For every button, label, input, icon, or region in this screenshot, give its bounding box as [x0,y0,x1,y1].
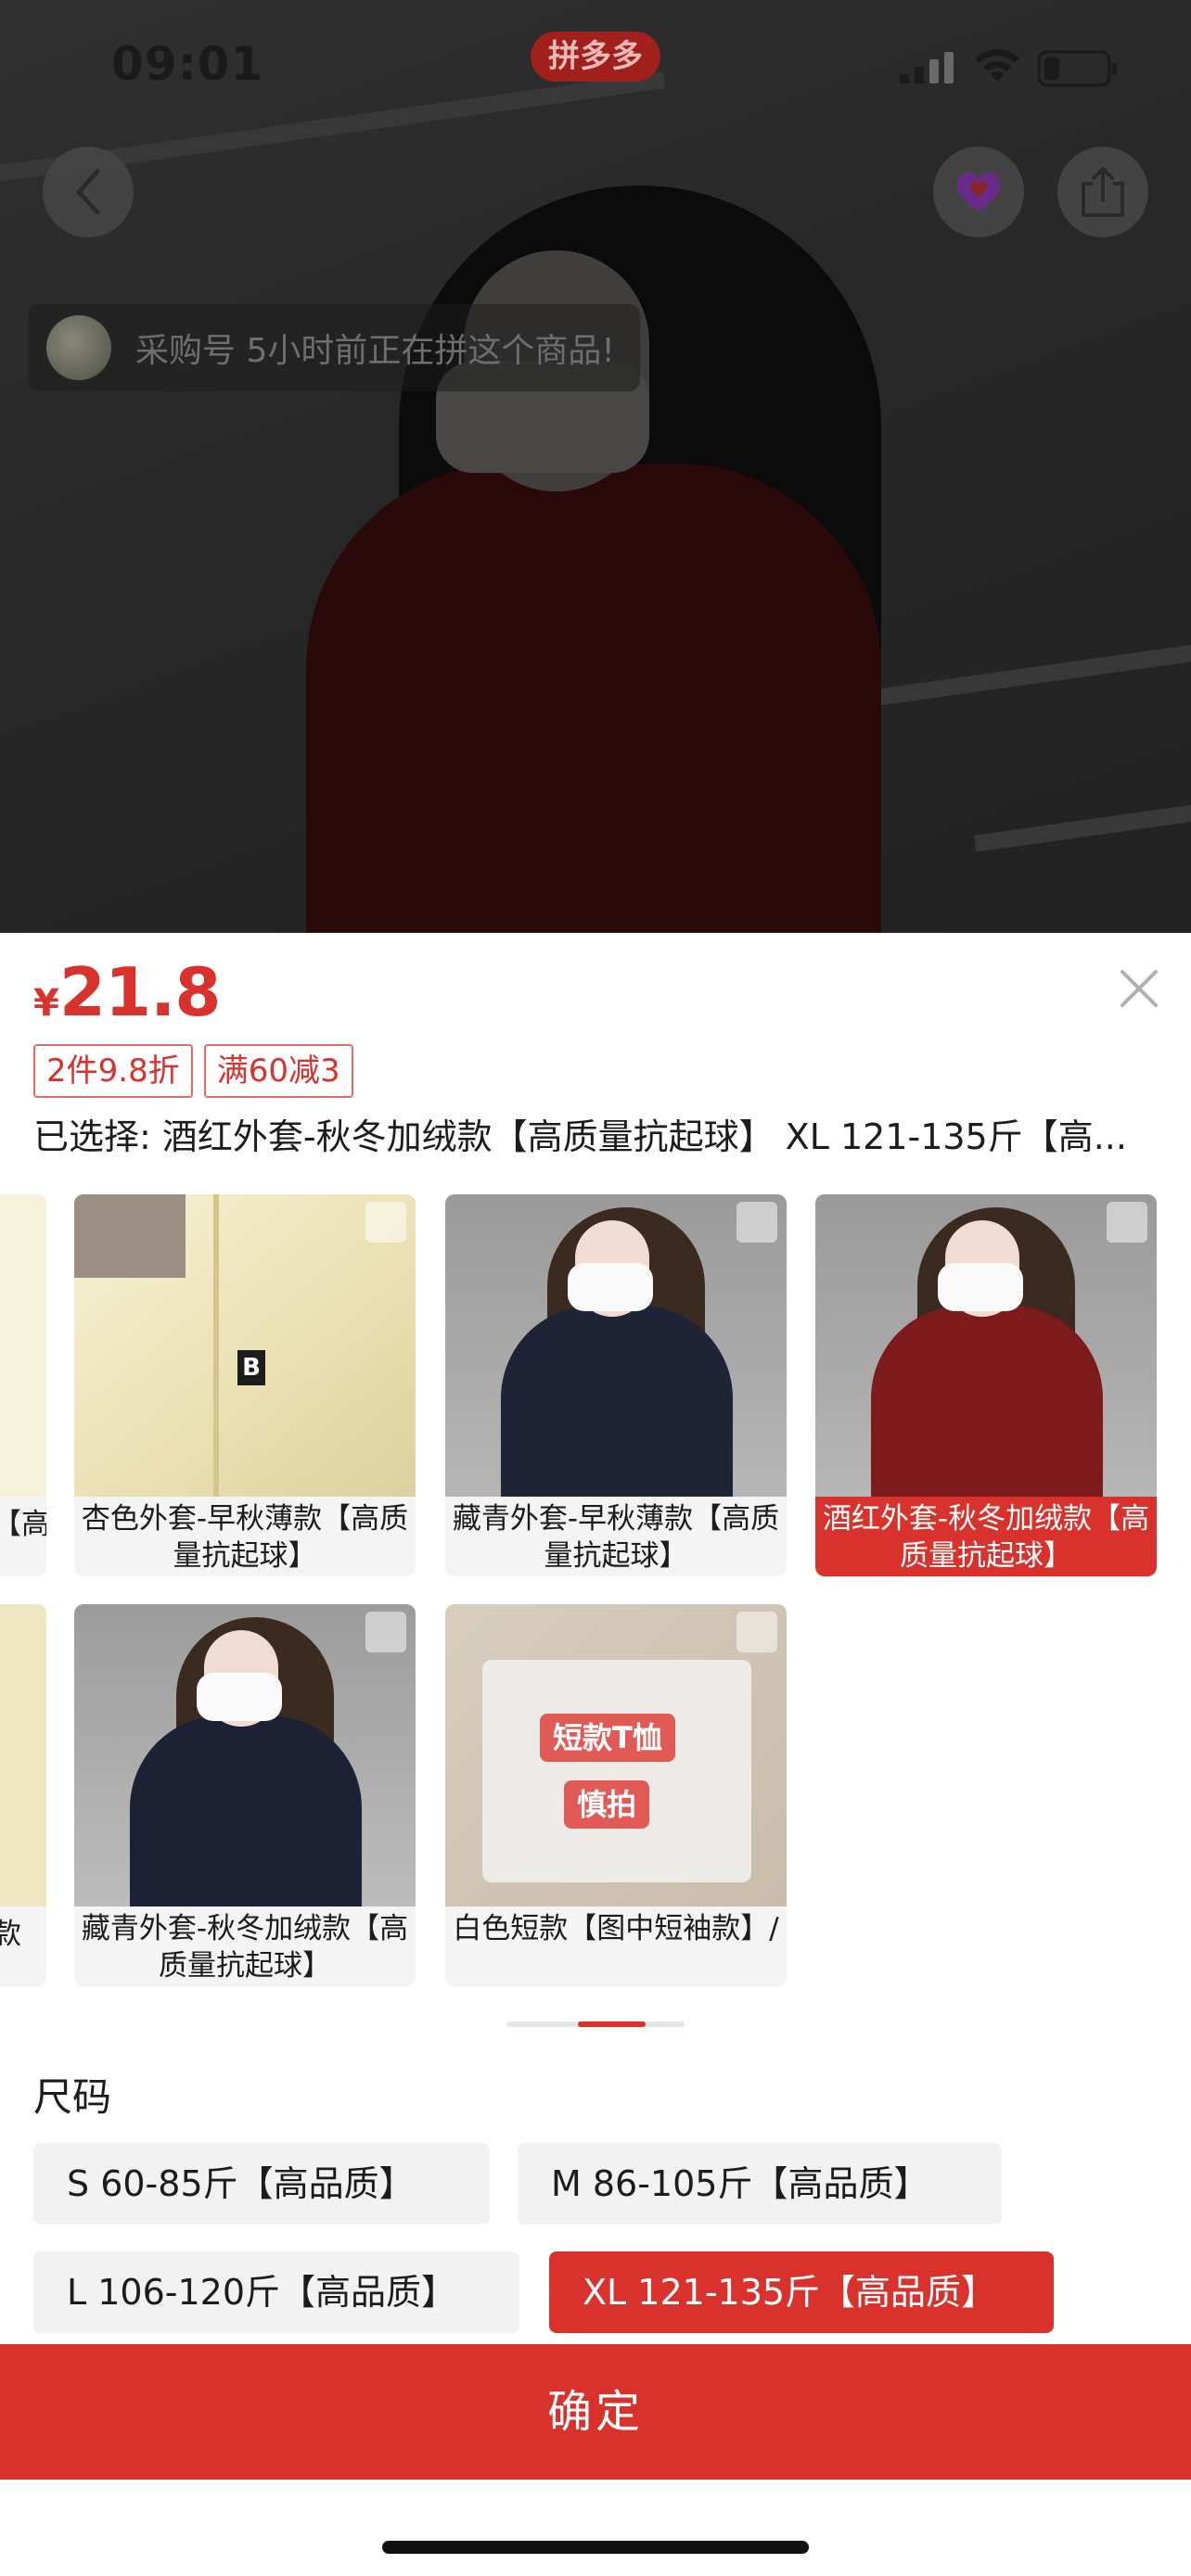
size-option-s[interactable]: S 60-85斤【高品质】 [33,2143,490,2225]
back-button[interactable] [43,147,134,237]
scroll-indicator [506,2021,685,2027]
size-option-l[interactable]: L 106-120斤【高品质】 [33,2251,519,2333]
promo-tags: 2件9.8折 满60减3 [33,1044,353,1098]
app-badge: 拼多多 [531,32,660,82]
product-hero-image: 09:01 拼多多 采购号 5小时前正在拼这个商品! [0,0,1191,933]
avatar [46,315,111,380]
confirm-button[interactable]: 确定 [0,2344,1191,2480]
price-currency: ¥ [33,982,59,1025]
promo-tag: 满60减3 [203,1044,353,1098]
expand-icon[interactable] [365,1612,406,1652]
variant-badge: 慎拍 [564,1780,650,1829]
variant-label: 白色短款【图中短袖款】/ [453,1912,779,1945]
battery-icon [1037,50,1117,87]
heart-icon [956,172,1001,211]
expand-icon[interactable] [736,1612,777,1652]
variant-label: 酒红外套-秋冬加绒款【高质量抗起球】 [822,1502,1150,1573]
home-indicator [382,2541,809,2554]
expand-icon[interactable] [1107,1202,1147,1243]
wifi-icon [975,49,1019,82]
variant-label: 【高 [0,1508,46,1541]
close-icon[interactable] [1113,963,1165,1014]
scroll-indicator-thumb [578,2021,646,2027]
variant-card-wine-fleece[interactable]: 酒红外套-秋冬加绒款【高质量抗起球】 [815,1194,1157,1576]
chevron-left-icon [76,169,100,215]
status-time: 09:01 [111,37,264,91]
variant-label: 藏青外套-秋冬加绒款【高质量抗起球】 [81,1912,409,1983]
group-buy-toast: 采购号 5小时前正在拼这个商品! [28,304,640,391]
price: ¥21.8 [33,953,221,1031]
variant-card-apricot-thin[interactable]: B 杏色外套-早秋薄款【高质量抗起球】 [74,1194,416,1576]
toast-text: 采购号 5小时前正在拼这个商品! [135,332,615,370]
share-button[interactable] [1057,147,1148,237]
modal-overlay[interactable] [0,0,1191,933]
variant-card-navy-thin[interactable]: 藏青外套-早秋薄款【高质量抗起球】 [445,1194,787,1576]
expand-icon[interactable] [365,1202,406,1243]
size-option-xl[interactable]: XL 121-135斤【高品质】 [549,2251,1054,2333]
status-bar: 09:01 拼多多 [0,0,1191,130]
price-amount: 21.8 [58,953,222,1031]
promo-tag: 2件9.8折 [33,1044,193,1098]
variant-label: 杏色外套-早秋薄款【高质量抗起球】 [81,1502,409,1573]
signal-icon [900,52,954,83]
share-icon [1082,167,1124,217]
variant-label: 款 [0,1918,21,1951]
selected-summary: 已选择: 酒红外套-秋冬加绒款【高质量抗起球】 XL 121-135斤【高... [33,1116,1127,1157]
size-option-m[interactable]: M 86-105斤【高品质】 [518,2143,1002,2225]
variant-card-partial[interactable]: 【高 [0,1194,46,1576]
variant-card-white-short[interactable]: 短款T恤 慎拍 白色短款【图中短袖款】/ [445,1604,787,1986]
variant-card-navy-fleece[interactable]: 藏青外套-秋冬加绒款【高质量抗起球】 [74,1604,416,1986]
variant-badge: 短款T恤 [540,1714,675,1762]
size-section-title: 尺码 [33,2074,112,2120]
variant-label: 藏青外套-早秋薄款【高质量抗起球】 [452,1502,780,1573]
variant-grid[interactable]: 【高 B 杏色外套-早秋薄款【高质量抗起球】 藏青外套-早秋薄款【高质量抗起球】 [0,1192,1191,2027]
sku-selection-sheet: ¥21.8 2件9.8折 满60减3 已选择: 酒红外套-秋冬加绒款【高质量抗起… [0,933,1191,2576]
variant-card-partial[interactable]: 款 [0,1604,46,1986]
favorite-button[interactable] [933,147,1024,237]
expand-icon[interactable] [736,1202,777,1243]
